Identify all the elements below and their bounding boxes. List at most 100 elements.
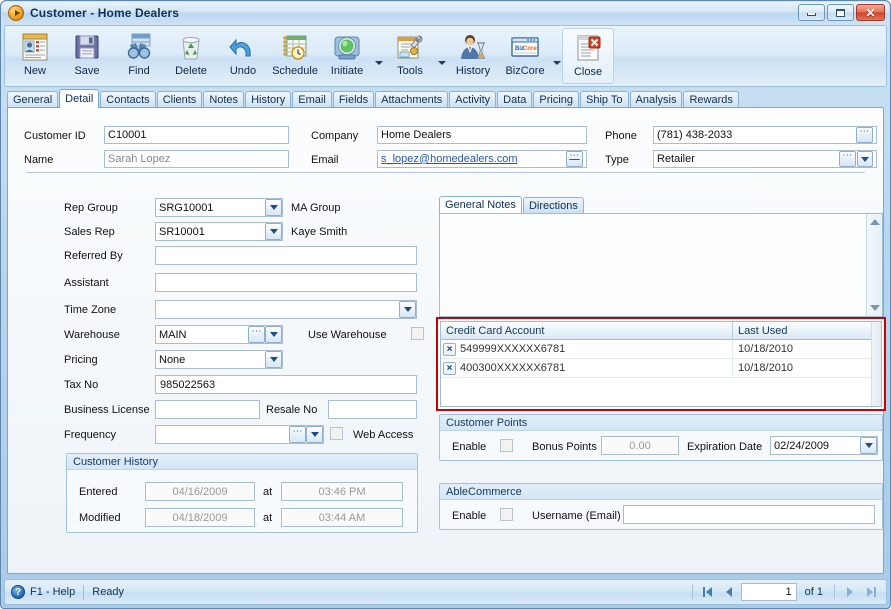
notes-scroll-up-icon[interactable] — [868, 215, 882, 229]
status-label: Ready — [92, 586, 125, 598]
ablecommerce-enable-checkbox[interactable] — [500, 508, 513, 521]
name-field[interactable]: Sarah Lopez — [104, 150, 289, 168]
phone-ellipsis-button[interactable]: ⋯ — [856, 127, 873, 143]
expiration-date-label: Expiration Date — [687, 441, 763, 453]
company-field[interactable]: Home Dealers — [377, 126, 587, 144]
expiration-date-dropdown-arrow[interactable] — [860, 437, 877, 454]
tab-pricing[interactable]: Pricing — [533, 91, 580, 108]
notes-textarea[interactable] — [439, 213, 883, 317]
web-access-checkbox[interactable] — [330, 427, 343, 440]
customer-id-field[interactable]: C10001 — [104, 126, 289, 144]
pricing-dropdown-arrow[interactable] — [265, 351, 282, 368]
assistant-field[interactable] — [155, 273, 417, 292]
toolbar-button-initiate[interactable]: Initiate — [321, 28, 373, 84]
warehouse-ellipsis-button[interactable]: ⋯ — [248, 326, 265, 343]
tools-dropdown-arrow[interactable] — [436, 47, 447, 65]
notes-tab-directions[interactable]: Directions — [522, 197, 584, 213]
page-number-input[interactable]: 1 — [740, 583, 797, 601]
use-warehouse-checkbox[interactable] — [411, 327, 424, 340]
minimize-button[interactable] — [798, 4, 825, 21]
tab-contacts[interactable]: Contacts — [100, 91, 156, 108]
tab-notes[interactable]: Notes — [203, 91, 245, 108]
initiate-dropdown-arrow[interactable] — [373, 47, 384, 65]
toolbar-button-bizcore[interactable]: Biz Core BizCore — [499, 28, 551, 84]
toolbar-label-tools: Tools — [397, 65, 423, 77]
sales-rep-combo[interactable]: SR10001 — [155, 222, 283, 241]
credit-card-grid-highlight: Credit Card Account Last Used × 549999XX… — [436, 317, 886, 411]
tab-activity[interactable]: Activity — [449, 91, 497, 108]
type-ellipsis-button[interactable]: ⋯ — [839, 151, 856, 167]
previous-record-button[interactable] — [720, 583, 738, 601]
credit-card-grid-scrollbar[interactable] — [871, 322, 881, 406]
credit-card-grid[interactable]: Credit Card Account Last Used × 549999XX… — [440, 321, 882, 407]
table-row[interactable]: × 400300XXXXXX6781 10/18/2010 — [441, 359, 881, 378]
time-zone-dropdown-arrow[interactable] — [399, 301, 416, 318]
column-header-credit-card-account[interactable]: Credit Card Account — [441, 322, 733, 340]
tab-clients[interactable]: Clients — [156, 91, 203, 108]
tab-fields[interactable]: Fields — [332, 91, 375, 108]
time-zone-combo[interactable] — [155, 300, 417, 319]
ablecommerce-username-field[interactable] — [623, 505, 875, 524]
referred-by-field[interactable] — [155, 246, 417, 265]
email-field[interactable]: s_lopez@homedealers.com ⋯ — [377, 150, 587, 168]
toolbar-button-tools[interactable]: Tools — [384, 28, 436, 84]
rep-group-value: SRG10001 — [159, 201, 214, 214]
title-bar[interactable]: Customer - Home Dealers ✕ — [2, 2, 889, 24]
warehouse-dropdown-arrow[interactable] — [265, 326, 282, 343]
toolbar-button-history[interactable]: History — [447, 28, 499, 84]
toolbar-button-close[interactable]: Close — [562, 28, 614, 84]
email-ellipsis-button[interactable]: ⋯ — [566, 151, 583, 167]
tab-history[interactable]: History — [245, 91, 292, 108]
expiration-date-combo[interactable]: 02/24/2009 — [770, 436, 878, 455]
rep-group-dropdown-arrow[interactable] — [265, 199, 282, 216]
tab-data[interactable]: Data — [497, 91, 533, 108]
help-question-icon[interactable]: ? — [11, 585, 25, 599]
column-header-last-used[interactable]: Last Used — [733, 322, 881, 340]
tab-email[interactable]: Email — [292, 91, 332, 108]
frequency-combo[interactable]: ⋯ — [155, 425, 324, 444]
tab-attachments[interactable]: Attachments — [375, 91, 449, 108]
points-enable-checkbox[interactable] — [500, 439, 513, 452]
help-label[interactable]: F1 - Help — [30, 586, 75, 598]
pricing-combo[interactable]: None — [155, 350, 283, 369]
tab-analysis[interactable]: Analysis — [629, 91, 683, 108]
phone-label: Phone — [605, 130, 637, 142]
rep-group-combo[interactable]: SRG10001 — [155, 198, 283, 217]
notes-content[interactable] — [440, 214, 866, 316]
toolbar-button-schedule[interactable]: Schedule — [269, 28, 321, 84]
notes-scroll-down-icon[interactable] — [868, 301, 882, 315]
tab-detail[interactable]: Detail — [59, 89, 100, 108]
toolbar-button-new[interactable]: New — [9, 28, 61, 84]
tab-general[interactable]: General — [7, 91, 59, 108]
notes-tab-general-notes[interactable]: General Notes — [439, 196, 522, 213]
frequency-dropdown-arrow[interactable] — [306, 426, 323, 443]
tax-no-field[interactable]: 985022563 — [155, 375, 417, 394]
business-license-field[interactable] — [155, 400, 260, 419]
modified-date-value: 04/18/2009 — [172, 511, 228, 524]
next-record-button[interactable] — [841, 583, 859, 601]
email-value[interactable]: s_lopez@homedealers.com — [381, 153, 518, 165]
delete-card-icon[interactable]: × — [443, 361, 456, 375]
bizcore-dropdown-arrow[interactable] — [551, 47, 562, 65]
toolbar-button-undo[interactable]: Undo — [217, 28, 269, 84]
rep-group-label: Rep Group — [64, 202, 118, 214]
toolbar-button-save[interactable]: Save — [61, 28, 113, 84]
delete-card-icon[interactable]: × — [443, 342, 456, 356]
frequency-ellipsis-button[interactable]: ⋯ — [289, 426, 306, 443]
notes-scrollbar[interactable] — [866, 214, 882, 316]
type-dropdown-arrow[interactable] — [857, 151, 873, 167]
maximize-button[interactable] — [827, 4, 854, 21]
last-record-button[interactable] — [862, 583, 880, 601]
resale-no-field[interactable] — [328, 400, 417, 419]
phone-field[interactable]: (781) 438-2033 ⋯ — [653, 126, 877, 144]
type-field[interactable]: Retailer ⋯ — [653, 150, 877, 168]
close-button[interactable]: ✕ — [856, 4, 885, 21]
tab-ship-to[interactable]: Ship To — [580, 91, 629, 108]
sales-rep-dropdown-arrow[interactable] — [265, 223, 282, 240]
first-record-button[interactable] — [699, 583, 717, 601]
toolbar-button-delete[interactable]: Delete — [165, 28, 217, 84]
tab-rewards[interactable]: Rewards — [683, 91, 739, 108]
warehouse-combo[interactable]: MAIN ⋯ — [155, 325, 283, 344]
table-row[interactable]: × 549999XXXXXX6781 10/18/2010 — [441, 340, 881, 359]
toolbar-button-find[interactable]: Find — [113, 28, 165, 84]
